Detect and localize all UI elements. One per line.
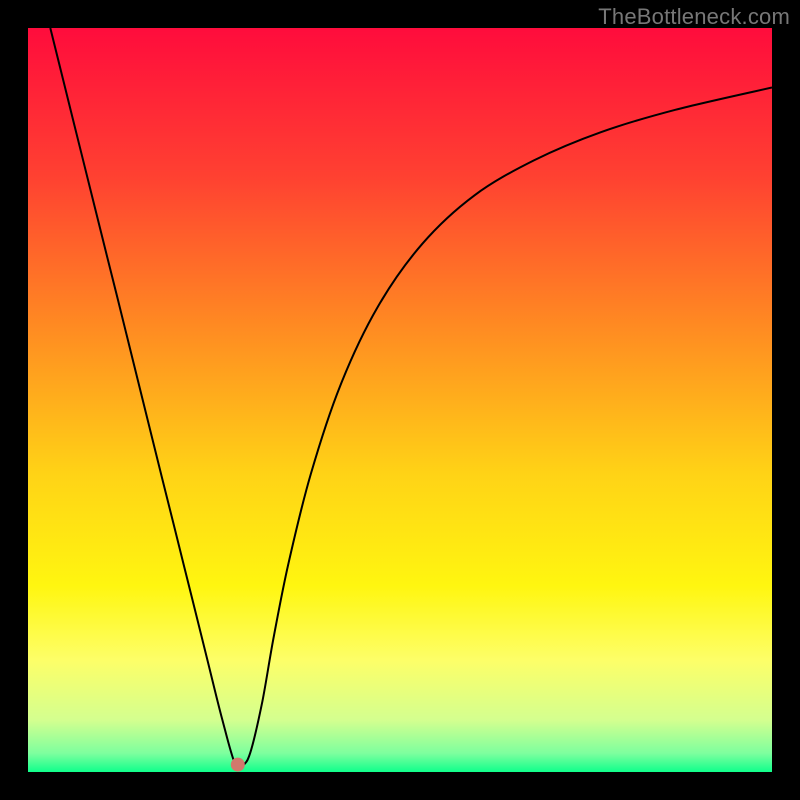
bottleneck-chart — [28, 28, 772, 772]
gradient-background — [28, 28, 772, 772]
chart-frame — [28, 28, 772, 772]
watermark-text: TheBottleneck.com — [598, 4, 790, 30]
minimum-marker — [231, 758, 245, 772]
